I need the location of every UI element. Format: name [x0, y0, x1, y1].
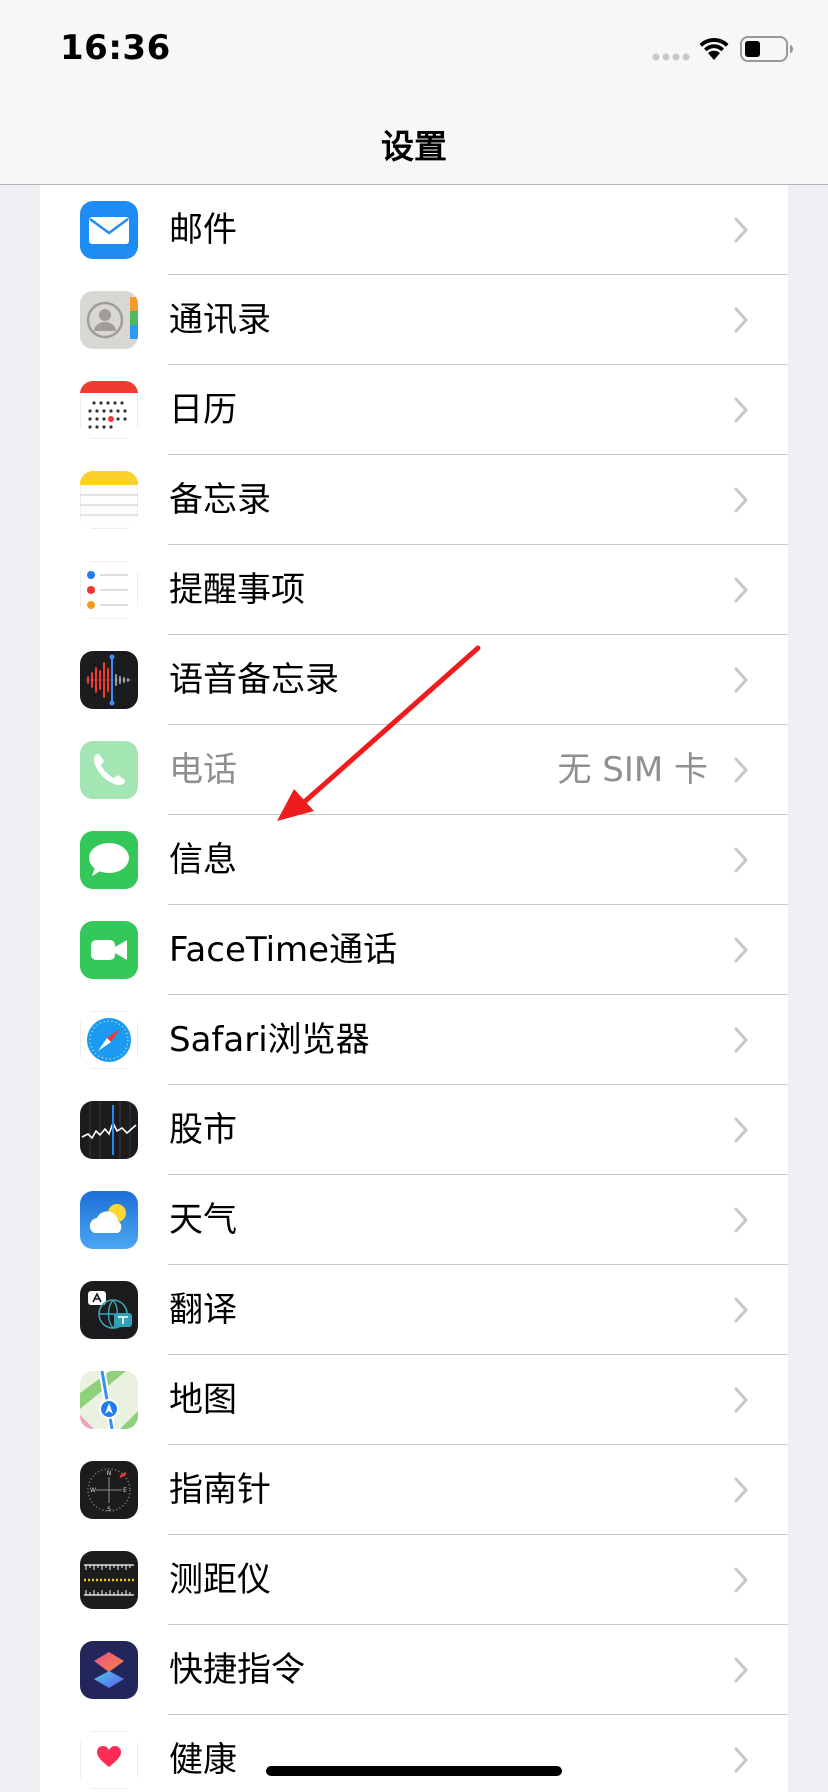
voice-memos-icon [80, 651, 138, 709]
chevron-right-icon [734, 937, 748, 963]
chevron-right-icon [734, 1387, 748, 1413]
settings-row-notes[interactable]: 备忘录 [40, 455, 788, 545]
chevron-right-icon [734, 1477, 748, 1503]
settings-row-facetime[interactable]: FaceTime通话 [40, 905, 788, 995]
mail-icon [80, 201, 138, 259]
settings-row-contacts[interactable]: 通讯录 [40, 275, 788, 365]
phone-icon [80, 741, 138, 799]
chevron-right-icon [734, 1207, 748, 1233]
settings-row-health[interactable]: 健康 [40, 1715, 788, 1792]
settings-row-messages[interactable]: 信息 [40, 815, 788, 905]
maps-icon [80, 1371, 138, 1429]
row-label: 电话 [169, 750, 237, 790]
row-label: 邮件 [169, 210, 237, 250]
row-value: 无 SIM 卡 [557, 750, 708, 790]
chevron-right-icon [734, 397, 748, 423]
health-icon [80, 1731, 138, 1789]
settings-row-phone[interactable]: 电话 无 SIM 卡 [40, 725, 788, 815]
chevron-right-icon [734, 757, 748, 783]
row-label: 通讯录 [169, 300, 271, 340]
status-time: 16:36 [60, 28, 171, 68]
row-label: 健康 [169, 1740, 237, 1780]
chevron-right-icon [734, 1027, 748, 1053]
contacts-icon [80, 291, 138, 349]
svg-text:S: S [107, 1506, 111, 1513]
wifi-icon [699, 37, 729, 60]
settings-row-translate[interactable]: 翻译 [40, 1265, 788, 1355]
page-title: 设置 [381, 127, 447, 166]
row-label: 天气 [169, 1200, 237, 1240]
settings-row-calendar[interactable]: 日历 [40, 365, 788, 455]
svg-text:E: E [123, 1487, 127, 1494]
notes-icon [80, 471, 138, 529]
safari-icon [80, 1011, 138, 1069]
chevron-right-icon [734, 1567, 748, 1593]
chevron-right-icon [734, 577, 748, 603]
settings-row-weather[interactable]: 天气 [40, 1175, 788, 1265]
navigation-bar: 设置 [0, 96, 828, 185]
chevron-right-icon [734, 847, 748, 873]
row-label: 股市 [169, 1110, 237, 1150]
chevron-right-icon [734, 667, 748, 693]
chevron-right-icon [734, 307, 748, 333]
reminders-icon [80, 561, 138, 619]
row-label: 翻译 [169, 1290, 237, 1330]
row-label: 地图 [169, 1380, 237, 1420]
chevron-right-icon [734, 217, 748, 243]
settings-row-stocks[interactable]: 股市 [40, 1085, 788, 1175]
shortcuts-icon [80, 1641, 138, 1699]
row-label: 备忘录 [169, 480, 271, 520]
chevron-right-icon [734, 1297, 748, 1323]
row-label: 指南针 [169, 1470, 271, 1510]
settings-row-mail[interactable]: 邮件 [40, 185, 788, 275]
battery-icon [740, 36, 793, 62]
messages-icon [80, 831, 138, 889]
measure-icon [80, 1551, 138, 1609]
settings-row-measure[interactable]: 测距仪 [40, 1535, 788, 1625]
row-label: FaceTime通话 [169, 930, 398, 970]
row-label: 快捷指令 [169, 1650, 305, 1690]
cellular-signal-icon [652, 53, 690, 61]
facetime-icon [80, 921, 138, 979]
chevron-right-icon [734, 487, 748, 513]
svg-text:W: W [90, 1487, 96, 1494]
svg-text:N: N [107, 1470, 112, 1477]
calendar-icon [80, 381, 138, 439]
settings-list[interactable]: 邮件 通讯录 日历 备忘录 提醒事项 语音备忘录 电话 无 SIM 卡 信息 F… [40, 185, 788, 1792]
row-label: 提醒事项 [169, 570, 305, 610]
settings-row-compass[interactable]: N S W E 指南针 [40, 1445, 788, 1535]
settings-row-maps[interactable]: 地图 [40, 1355, 788, 1445]
stocks-icon [80, 1101, 138, 1159]
row-label: 测距仪 [169, 1560, 271, 1600]
weather-icon [80, 1191, 138, 1249]
translate-icon [80, 1281, 138, 1339]
settings-row-safari[interactable]: Safari浏览器 [40, 995, 788, 1085]
row-label: 语音备忘录 [169, 660, 339, 700]
settings-row-voice-memos[interactable]: 语音备忘录 [40, 635, 788, 725]
compass-icon: N S W E [80, 1461, 138, 1519]
chevron-right-icon [734, 1747, 748, 1773]
status-bar: 16:36 [0, 0, 828, 96]
settings-row-reminders[interactable]: 提醒事项 [40, 545, 788, 635]
home-indicator [266, 1766, 562, 1776]
settings-row-shortcuts[interactable]: 快捷指令 [40, 1625, 788, 1715]
chevron-right-icon [734, 1657, 748, 1683]
row-label: 日历 [169, 390, 237, 430]
row-label: Safari浏览器 [169, 1020, 370, 1060]
row-label: 信息 [169, 840, 237, 880]
chevron-right-icon [734, 1117, 748, 1143]
